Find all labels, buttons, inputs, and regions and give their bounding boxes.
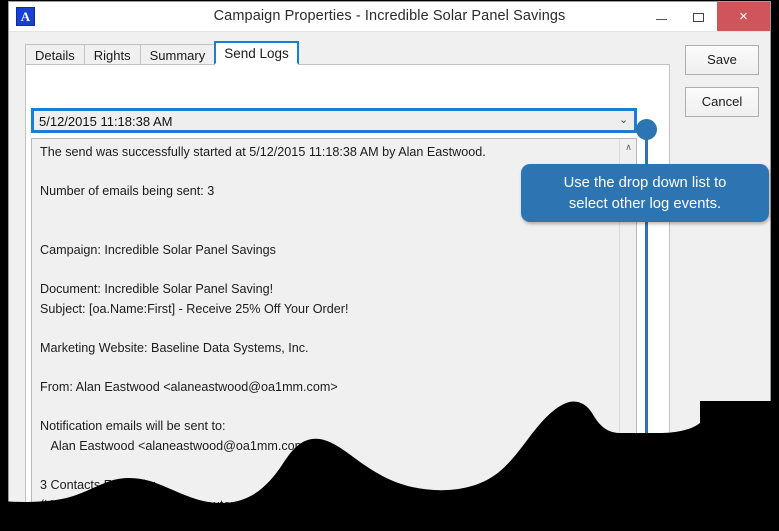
cancel-button[interactable]: Cancel — [685, 87, 759, 117]
scroll-up-icon[interactable]: ∧ — [620, 139, 636, 156]
close-icon: × — [739, 8, 748, 25]
close-button[interactable]: × — [717, 2, 770, 31]
title-bar: A Campaign Properties - Incredible Solar… — [9, 2, 770, 32]
maximize-icon — [693, 13, 704, 22]
log-event-dropdown[interactable]: 5/12/2015 11:18:38 AM ⌄ — [31, 108, 637, 133]
window-body: Details Rights Summary Send Logs 5/12/20… — [9, 32, 770, 521]
tab-rights[interactable]: Rights — [83, 44, 141, 65]
minimize-icon — [656, 19, 667, 20]
callout-anchor-dot — [636, 119, 657, 140]
callout-bubble: Use the drop down list to select other l… — [521, 164, 769, 222]
minimize-button[interactable] — [643, 2, 680, 31]
log-event-dropdown-value: 5/12/2015 11:18:38 AM — [39, 114, 173, 129]
screen-background: A Campaign Properties - Incredible Solar… — [0, 0, 779, 531]
tab-send-logs[interactable]: Send Logs — [214, 41, 299, 65]
chevron-down-icon: ⌄ — [619, 114, 629, 126]
callout-text: Use the drop down list to select other l… — [563, 175, 727, 212]
maximize-button[interactable] — [680, 2, 717, 31]
save-button[interactable]: Save — [685, 45, 759, 75]
tab-summary[interactable]: Summary — [139, 44, 216, 65]
tab-strip: Details Rights Summary Send Logs — [25, 41, 299, 65]
campaign-properties-window: A Campaign Properties - Incredible Solar… — [8, 1, 771, 521]
tab-details[interactable]: Details — [25, 44, 85, 65]
